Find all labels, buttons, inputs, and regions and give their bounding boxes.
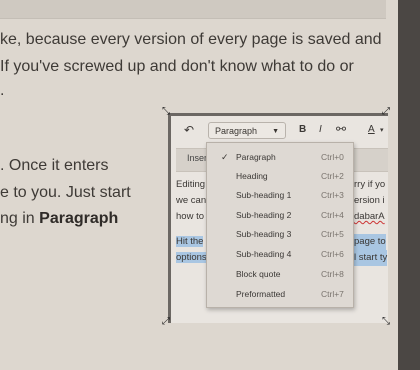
editor-text-3b: dabarA	[354, 211, 385, 222]
italic-button[interactable]: I	[319, 124, 322, 135]
chevron-down-icon: ▼	[272, 128, 279, 135]
editor-text-2b: ersion i	[354, 195, 385, 206]
editor-text-line-4: Hit the page to	[176, 234, 386, 250]
text-style-button[interactable]: A	[368, 124, 375, 135]
article-line-1: ke, because every version of every page …	[0, 31, 382, 48]
resize-handle-bottom-left-icon[interactable]: ⤢	[162, 317, 170, 327]
menu-item-sub-heading-3[interactable]: Sub-heading 3 Ctrl+5	[207, 224, 353, 244]
menu-item-sub-heading-4[interactable]: Sub-heading 4 Ctrl+6	[207, 244, 353, 264]
article-line-4: . Once it enters	[0, 157, 109, 174]
menu-item-paragraph[interactable]: ✓ Paragraph Ctrl+0	[207, 147, 353, 167]
format-select[interactable]: Paragraph ▼	[208, 122, 286, 139]
article-line-2: If you've screwed up and don't know what…	[0, 58, 354, 75]
editor-text-line-1: Editing rry if yo	[176, 177, 385, 193]
menu-item-shortcut: Ctrl+0	[321, 152, 344, 162]
insert-tab[interactable]: Inser	[187, 153, 207, 163]
editor-text-line-5: options l start ty	[176, 250, 388, 266]
editor-text-line-3: how to dabarA	[176, 209, 385, 225]
menu-item-sub-heading-1[interactable]: Sub-heading 1 Ctrl+3	[207, 185, 353, 205]
editor-text-1b: rry if yo	[354, 179, 386, 190]
text-style-chevron-icon[interactable]: ▾	[380, 126, 384, 134]
menu-item-shortcut: Ctrl+5	[321, 229, 344, 239]
article-line-6: ng in Paragraph	[0, 207, 118, 231]
editor-text-line-2: we can ersion i	[176, 193, 385, 209]
resize-handle-top-right-icon[interactable]: ⤢	[382, 107, 390, 117]
menu-item-shortcut: Ctrl+4	[321, 210, 344, 220]
menu-item-label: Sub-heading 1	[236, 190, 292, 200]
menu-item-preformatted[interactable]: Preformatted Ctrl+7	[207, 284, 353, 304]
format-select-value: Paragraph	[215, 126, 258, 136]
article-line-6-text: ng in	[0, 210, 40, 227]
article-line-5: e to you. Just start	[0, 184, 131, 201]
menu-item-shortcut: Ctrl+7	[321, 289, 344, 299]
bold-button[interactable]: B	[299, 124, 306, 135]
menu-item-label: Sub-heading 2	[236, 210, 292, 220]
editor-text-5b: l start ty	[354, 250, 388, 266]
menu-item-block-quote[interactable]: Block quote Ctrl+8	[207, 264, 353, 284]
menu-item-label: Sub-heading 3	[236, 229, 292, 239]
menu-item-label: Block quote	[236, 269, 281, 279]
right-dark-panel	[398, 0, 420, 370]
checkmark-icon: ✓	[221, 152, 229, 162]
menu-item-sub-heading-2[interactable]: Sub-heading 2 Ctrl+4	[207, 205, 353, 225]
menu-item-shortcut: Ctrl+8	[321, 269, 344, 279]
editor-text-1a: Editing	[176, 179, 206, 190]
menu-item-shortcut: Ctrl+6	[321, 249, 344, 259]
editor-text-3a: how to	[176, 211, 204, 222]
menu-item-shortcut: Ctrl+2	[321, 171, 344, 181]
editor-text-5a: options	[176, 252, 207, 263]
editor-text-4b: page to	[354, 234, 386, 250]
editor-text-2a: we can	[176, 195, 207, 206]
article-line-3: .	[0, 82, 5, 99]
menu-item-label: Heading	[236, 171, 268, 181]
menu-item-heading[interactable]: Heading Ctrl+2	[207, 166, 353, 186]
editor-text-4a: Hit the	[176, 236, 204, 247]
undo-icon[interactable]: ↶	[184, 123, 194, 137]
resize-handle-top-left-icon[interactable]: ⤡	[162, 107, 170, 117]
menu-item-label: Paragraph	[236, 152, 276, 162]
menu-item-shortcut: Ctrl+3	[321, 190, 344, 200]
format-dropdown-menu: ✓ Paragraph Ctrl+0 Heading Ctrl+2 Sub-he…	[206, 142, 354, 308]
top-edge-panel	[0, 0, 386, 19]
menu-item-label: Preformatted	[236, 289, 286, 299]
link-icon[interactable]: ⚯	[336, 122, 346, 136]
resize-handle-bottom-right-icon[interactable]: ⤡	[382, 317, 390, 327]
menu-item-label: Sub-heading 4	[236, 249, 292, 259]
article-bold-paragraph: Paragraph	[39, 210, 119, 227]
